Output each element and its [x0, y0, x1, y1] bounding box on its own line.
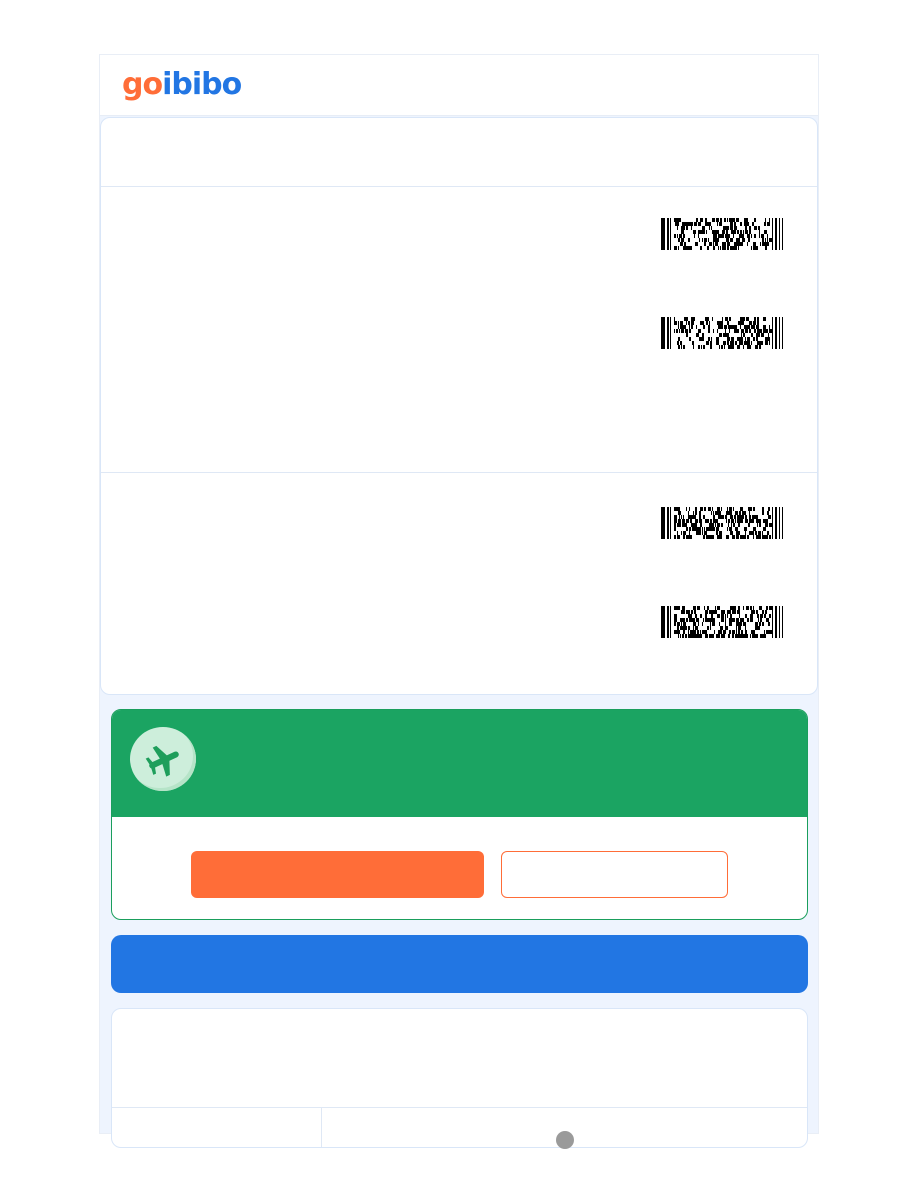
status-dot-icon	[556, 1131, 574, 1149]
barcode-icon	[661, 507, 784, 539]
barcode-icon	[661, 218, 784, 250]
airplane-icon	[130, 727, 196, 791]
details-card	[111, 1008, 808, 1149]
logo-ibibo: ibibo	[162, 67, 242, 102]
column-divider	[321, 1107, 322, 1147]
ticket-page: goibibo	[99, 54, 819, 1149]
barcode-icon	[661, 606, 784, 638]
ticket-card	[100, 117, 818, 695]
flight-segment-1	[101, 186, 817, 473]
web-checkin-card	[111, 709, 808, 920]
divider	[112, 1107, 807, 1108]
barcode-icon	[661, 317, 784, 349]
flight-segment-2	[101, 473, 817, 693]
header: goibibo	[100, 55, 818, 116]
secondary-action-button[interactable]	[501, 851, 728, 898]
goibibo-logo[interactable]: goibibo	[122, 67, 242, 102]
primary-action-button[interactable]	[191, 851, 484, 898]
info-banner[interactable]	[111, 935, 808, 993]
web-checkin-header	[112, 710, 807, 817]
ticket-header	[101, 118, 817, 187]
logo-go: go	[122, 67, 163, 102]
